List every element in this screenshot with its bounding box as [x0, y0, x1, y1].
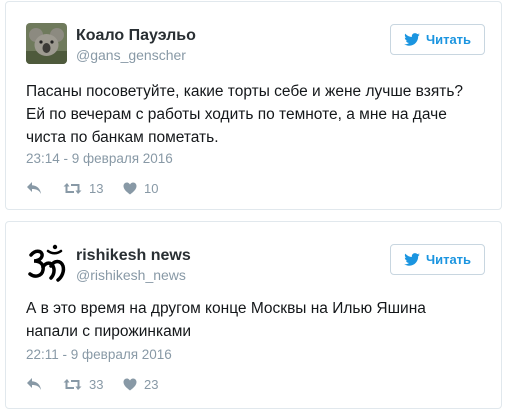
om-symbol-icon — [26, 243, 67, 284]
tweet-text: Пасаны посоветуйте, какие торты себе и ж… — [26, 83, 464, 146]
tweet-card: rishikesh news @rishikesh_news Читать А … — [5, 221, 502, 409]
like-button[interactable]: 23 — [123, 377, 158, 392]
like-count: 23 — [144, 376, 159, 392]
like-button[interactable]: 10 — [123, 181, 158, 196]
tweet-actions: 33 23 — [26, 374, 158, 394]
retweet-icon — [63, 378, 82, 390]
twitter-bird-icon — [404, 253, 420, 266]
retweet-count: 13 — [89, 180, 104, 196]
follow-button[interactable]: Читать — [390, 24, 485, 55]
reply-button[interactable] — [26, 377, 63, 391]
reply-button[interactable] — [26, 181, 63, 195]
follow-button[interactable]: Читать — [390, 244, 485, 275]
user-handle[interactable]: @gans_genscher — [76, 46, 186, 64]
tweet-card: Коало Пауэльо @gans_genscher Читать Паса… — [5, 1, 502, 210]
heart-icon — [123, 378, 137, 390]
tweet-text: А в это время на другом конце Москвы на … — [26, 300, 426, 340]
follow-label: Читать — [425, 252, 472, 267]
tweet-timestamp[interactable]: 22:11 - 9 февраля 2016 — [26, 346, 172, 364]
avatar[interactable] — [26, 243, 67, 284]
tweet-actions: 13 10 — [26, 178, 158, 198]
avatar[interactable] — [26, 23, 67, 64]
follow-label: Читать — [425, 32, 472, 47]
retweet-button[interactable]: 33 — [63, 377, 123, 392]
tweet-timestamp[interactable]: 23:14 - 9 февраля 2016 — [26, 150, 173, 168]
user-handle[interactable]: @rishikesh_news — [76, 266, 186, 284]
heart-icon — [123, 182, 137, 194]
user-name[interactable]: rishikesh news — [76, 246, 191, 266]
twitter-bird-icon — [404, 33, 420, 46]
like-count: 10 — [144, 180, 159, 196]
retweet-icon — [63, 182, 82, 194]
user-name[interactable]: Коало Пауэльо — [76, 26, 196, 46]
retweet-count: 33 — [89, 376, 104, 392]
reply-icon — [27, 378, 41, 390]
retweet-button[interactable]: 13 — [63, 181, 123, 196]
reply-icon — [27, 182, 41, 194]
koala-photo-icon — [26, 23, 67, 64]
